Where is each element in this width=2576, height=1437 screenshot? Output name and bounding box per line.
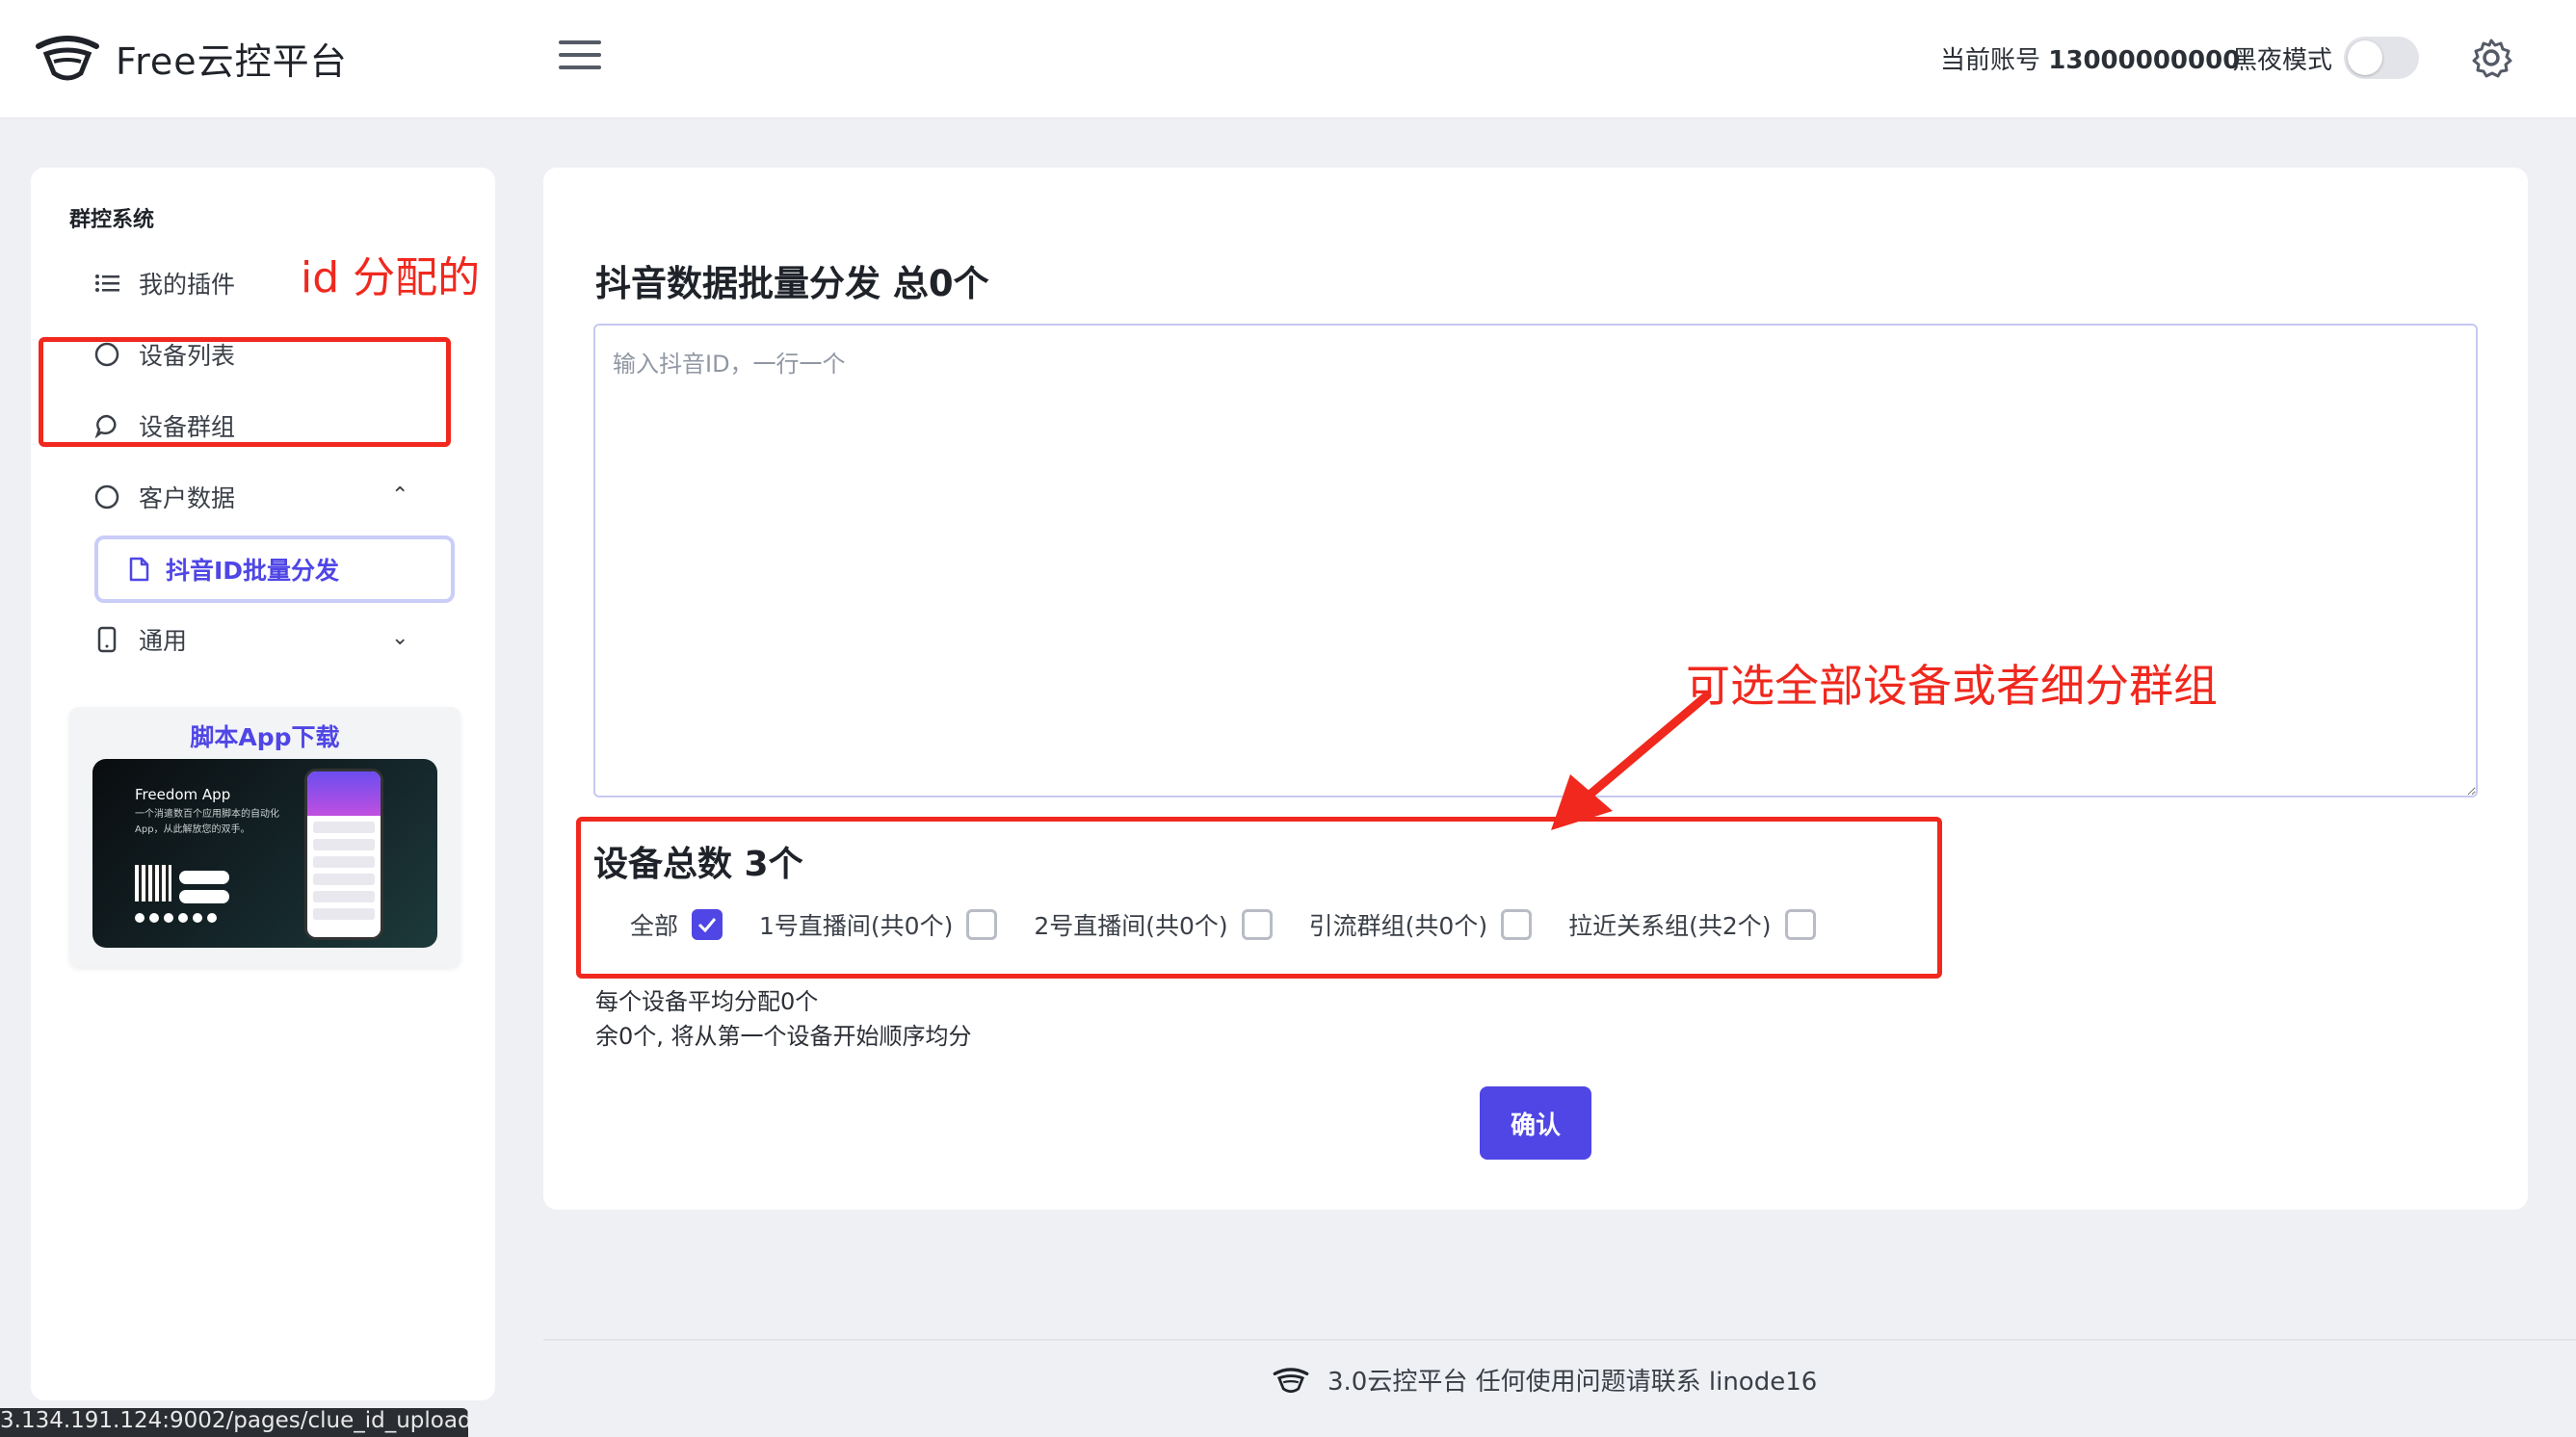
- app-promo-image[interactable]: Freedom App 一个消遣数百个应用脚本的自动化App，从此解放您的双手。: [92, 759, 437, 948]
- hamburger-icon: [559, 40, 601, 44]
- app-description: 一个消遣数百个应用脚本的自动化App，从此解放您的双手。: [135, 809, 279, 835]
- app-download-card[interactable]: 脚本App下载 Freedom App 一个消遣数百个应用脚本的自动化App，从…: [69, 707, 460, 967]
- qr-code-icon: [135, 865, 171, 901]
- dark-mode-toggle[interactable]: [2344, 37, 2419, 79]
- file-icon: [129, 557, 149, 582]
- circle-icon: [92, 483, 121, 511]
- sidebar-item-label: 我的插件: [139, 271, 236, 299]
- android-badge-icon: [179, 871, 229, 884]
- per-device-info: 每个设备平均分配0个: [595, 988, 819, 1015]
- sidebar-item-label: 抖音ID批量分发: [166, 557, 340, 585]
- group-option-label: 2号直播间(共0个): [1034, 912, 1228, 940]
- group-option-label: 拉近关系组(共2个): [1568, 912, 1772, 940]
- menu-toggle-button[interactable]: [559, 40, 601, 77]
- sidebar-item-label: 客户数据: [139, 484, 236, 512]
- gear-icon[interactable]: [2470, 37, 2512, 79]
- group-option-live-room-1[interactable]: 1号直播间(共0个): [759, 907, 998, 942]
- chevron-down-icon: ⌄: [391, 626, 409, 650]
- sidebar-item-label: 通用: [139, 627, 188, 655]
- checkbox[interactable]: [1501, 909, 1533, 940]
- logo-icon: [1273, 1367, 1309, 1393]
- logo-icon: [36, 36, 99, 81]
- browser-status-url: 3.134.191.124:9002/pages/clue_id_upload: [0, 1408, 468, 1437]
- checkbox[interactable]: [1241, 909, 1273, 940]
- device-group-checkboxes: 全部 1号直播间(共0个) 2号直播间(共0个) 引流群组(共0个) 拉近关系组…: [630, 907, 1853, 942]
- checkbox[interactable]: [1784, 909, 1816, 940]
- annotation-highlight-sidebar: [39, 337, 451, 447]
- group-option-label: 1号直播间(共0个): [759, 912, 954, 940]
- ios-badge-icon: [179, 890, 229, 903]
- app-download-title: 脚本App下载: [190, 723, 340, 751]
- confirm-button[interactable]: 确认: [1480, 1086, 1591, 1160]
- list-icon: [92, 269, 121, 298]
- sidebar-item-general[interactable]: 通用 ⌄: [92, 620, 459, 659]
- sidebar-item-plugins[interactable]: 我的插件: [92, 264, 235, 302]
- footer-divider: [543, 1339, 2576, 1341]
- group-option-all[interactable]: 全部: [630, 907, 723, 942]
- device-total: 设备总数 3个: [593, 845, 803, 884]
- sidebar-item-douyin-id-distribute[interactable]: 抖音ID批量分发: [94, 536, 455, 603]
- app-logo[interactable]: Free云控平台: [33, 29, 348, 87]
- group-option-traffic-group[interactable]: 引流群组(共0个): [1308, 907, 1533, 942]
- app-title: Free云控平台: [116, 39, 348, 83]
- check-icon: [697, 918, 717, 932]
- top-bar: Free云控平台 当前账号 13000000000 黑夜模式: [0, 0, 2576, 118]
- group-option-live-room-2[interactable]: 2号直播间(共0个): [1034, 907, 1273, 942]
- page-title: 抖音数据批量分发 总0个: [595, 263, 989, 304]
- group-option-label: 引流群组(共0个): [1308, 912, 1488, 940]
- chevron-up-icon: ⌃: [391, 483, 409, 508]
- annotation-device-note: 可选全部设备或者细分群组: [1686, 660, 2218, 712]
- app-name: Freedom App: [135, 786, 231, 803]
- account-number: 13000000000: [2048, 46, 2241, 75]
- phone-mockup: [304, 769, 383, 940]
- group-option-label: 全部: [630, 912, 679, 940]
- annotation-sidebar-note: id 分配的: [301, 253, 481, 302]
- remainder-info: 余0个, 将从第一个设备开始顺序均分: [595, 1023, 972, 1050]
- checkbox-checked[interactable]: [692, 909, 723, 940]
- main-panel: 抖音数据批量分发 总0个 可选全部设备或者细分群组 设备总数 3个 全部 1号直…: [543, 168, 2528, 1210]
- footer: 3.0云控平台 任何使用问题请联系 linode16: [1272, 1362, 1817, 1398]
- sidebar-section-title: 群控系统: [69, 208, 155, 232]
- current-account: 当前账号 13000000000: [1940, 40, 2240, 76]
- dots-decoration: [135, 913, 217, 923]
- sidebar-item-customer-data[interactable]: 客户数据 ⌃: [92, 478, 459, 516]
- dark-mode-label: 黑夜模式: [2232, 46, 2333, 75]
- phone-icon: [92, 625, 121, 654]
- group-option-relation-group[interactable]: 拉近关系组(共2个): [1568, 907, 1816, 942]
- checkbox[interactable]: [966, 909, 998, 940]
- footer-text: 3.0云控平台 任何使用问题请联系 linode16: [1327, 1368, 1818, 1397]
- account-label: 当前账号: [1940, 46, 2041, 75]
